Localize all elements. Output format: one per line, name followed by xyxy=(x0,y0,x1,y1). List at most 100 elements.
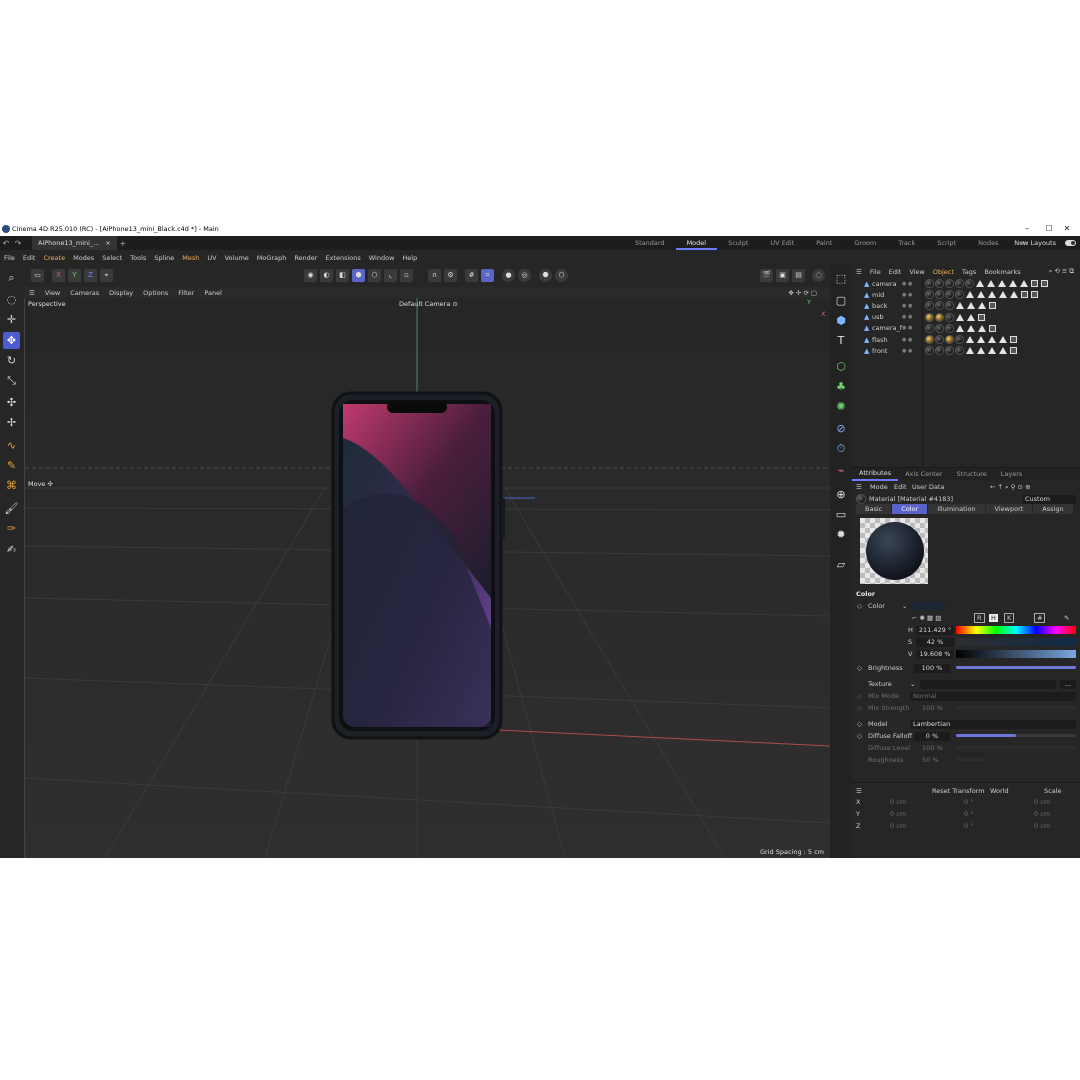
uv-tag-icon[interactable] xyxy=(977,291,985,299)
material-tag-icon[interactable] xyxy=(935,279,944,289)
coord-scale-field[interactable]: 0 cm xyxy=(1034,798,1050,806)
grid-snap-icon[interactable]: # xyxy=(465,269,478,282)
coordinate-system-icon[interactable]: ⌖ xyxy=(100,269,113,282)
visibility-dots[interactable]: ● ● xyxy=(902,303,912,309)
lock-z-button[interactable]: Z xyxy=(84,269,97,282)
render-view-icon[interactable]: 🎬 xyxy=(760,269,773,282)
spline-smooth-icon[interactable]: ⌘ xyxy=(3,477,20,494)
attr-menu-mode[interactable]: Mode xyxy=(870,483,888,491)
uv-tag-icon[interactable] xyxy=(967,324,975,332)
visibility-dots[interactable]: ● ● xyxy=(902,292,912,298)
render-settings-icon[interactable]: ▤ xyxy=(792,269,805,282)
om-menu-file[interactable]: File xyxy=(866,268,885,276)
texture-browse-button[interactable]: ... xyxy=(1060,679,1076,689)
viewport-menu-filter[interactable]: Filter xyxy=(173,289,199,297)
material-tag-icon[interactable] xyxy=(955,335,964,345)
uv-tag-icon[interactable] xyxy=(956,313,964,321)
point-mode-icon[interactable]: ⌞ xyxy=(384,269,397,282)
visibility-dots[interactable]: ● ● xyxy=(902,348,912,354)
diffuse-falloff-field[interactable]: 0 % xyxy=(914,731,950,741)
om-menu-tags[interactable]: Tags xyxy=(958,268,980,276)
render-to-picture-viewer-icon[interactable]: ▣ xyxy=(776,269,789,282)
knife-tool-icon[interactable]: ✑ xyxy=(3,520,20,537)
material-tag-icon[interactable] xyxy=(925,346,934,356)
hue-slider[interactable] xyxy=(956,626,1076,634)
transfer-tool-icon[interactable]: ✣ xyxy=(3,394,20,411)
uv-tag-icon[interactable] xyxy=(977,336,985,344)
chevron-down-icon[interactable]: ⌄ xyxy=(910,680,915,688)
viewport-menu-options[interactable]: Options xyxy=(138,289,173,297)
uv-tag-icon[interactable] xyxy=(976,280,984,288)
uv-tag-icon[interactable] xyxy=(999,336,1007,344)
layout-tab-groom[interactable]: Groom xyxy=(843,236,887,250)
layout-tab-nodes[interactable]: Nodes xyxy=(967,236,1009,250)
snap-settings-icon[interactable]: ⚙ xyxy=(444,269,457,282)
polygon-mode-icon[interactable]: ⬢ xyxy=(352,269,365,282)
move-tool-icon[interactable]: ✥ xyxy=(3,332,20,349)
value-slider[interactable] xyxy=(956,650,1076,658)
keyframe-diamond-icon[interactable]: ◇ xyxy=(857,720,862,728)
coord-position-field[interactable]: 0 cm xyxy=(890,822,906,830)
subtab-color[interactable]: Color xyxy=(892,504,928,514)
layout-tab-uv-edit[interactable]: UV Edit xyxy=(759,236,805,250)
menu-file[interactable]: File xyxy=(0,254,19,262)
visibility-dots[interactable]: ● ● xyxy=(902,281,912,287)
subtab-assign[interactable]: Assign xyxy=(1033,504,1073,514)
uv-tag-icon[interactable] xyxy=(956,302,964,310)
material-tag-icon[interactable] xyxy=(925,301,934,311)
polygon-pen-icon[interactable]: ✍ xyxy=(3,541,20,558)
camera-icon[interactable]: ▭ xyxy=(833,507,849,523)
om-toolbar-icons[interactable]: ⌕ ⟲ ≡ ⧉ xyxy=(1045,267,1078,276)
material-tag-icon[interactable] xyxy=(945,312,954,322)
menu-modes[interactable]: Modes xyxy=(69,254,98,262)
uv-tag-icon[interactable] xyxy=(966,347,974,355)
uv-mode-icon[interactable]: ▫ xyxy=(400,269,413,282)
menu-uv[interactable]: UV xyxy=(203,254,220,262)
texture-mode-icon[interactable]: ◐ xyxy=(320,269,333,282)
uv-tag-icon[interactable] xyxy=(967,302,975,310)
uv-tag-icon[interactable] xyxy=(956,324,964,332)
layout-tab-script[interactable]: Script xyxy=(926,236,967,250)
tab-axis-center[interactable]: Axis Center xyxy=(898,468,949,480)
uv-tag-icon[interactable] xyxy=(998,280,1006,288)
live-selection-icon[interactable]: ◌ xyxy=(3,291,20,308)
spline-pen-icon[interactable]: ∿ xyxy=(3,437,20,454)
tab-structure[interactable]: Structure xyxy=(950,468,994,480)
material-tag-icon[interactable] xyxy=(935,312,944,322)
soft-selection-icon[interactable]: ● xyxy=(502,269,515,282)
material-tag-icon[interactable] xyxy=(965,279,974,289)
scale-select[interactable]: Scale xyxy=(1044,787,1062,795)
live-selection-toggle-icon[interactable]: ◌ xyxy=(812,269,825,282)
lock-y-button[interactable]: Y xyxy=(68,269,81,282)
coord-position-field[interactable]: 0 cm xyxy=(890,798,906,806)
document-tab[interactable]: AiPhone13_mini_... × xyxy=(32,236,117,250)
coord-rotation-field[interactable]: 0 ° xyxy=(964,810,973,818)
viewport-hamburger-icon[interactable]: ☰ xyxy=(24,289,40,297)
menu-tools[interactable]: Tools xyxy=(126,254,150,262)
uv-tag-icon[interactable] xyxy=(988,347,996,355)
material-tag-icon[interactable] xyxy=(925,290,934,300)
hex-mode-button[interactable]: # xyxy=(1034,613,1046,623)
workplane-snap-icon[interactable]: ⌗ xyxy=(481,269,494,282)
text-icon[interactable]: T xyxy=(833,333,849,349)
environment-icon[interactable]: ⊕ xyxy=(833,487,849,503)
uv-tag-icon[interactable] xyxy=(988,336,996,344)
brightness-field[interactable]: 100 % xyxy=(914,663,950,673)
menu-edit[interactable]: Edit xyxy=(19,254,40,262)
hsv-mode-button[interactable]: H xyxy=(989,614,998,622)
model-mode-icon[interactable]: ◉ xyxy=(304,269,317,282)
render-region-icon[interactable]: ▭ xyxy=(31,269,44,282)
deformer-icon[interactable]: ✺ xyxy=(833,399,849,415)
render-icon[interactable]: ⬡ xyxy=(555,269,568,282)
layout-tab-paint[interactable]: Paint xyxy=(805,236,843,250)
eyedropper-icon[interactable]: ✎ xyxy=(1064,614,1069,622)
visibility-dots[interactable]: ● ● xyxy=(902,325,912,331)
material-tag-icon[interactable] xyxy=(925,279,934,289)
material-tag-icon[interactable] xyxy=(945,279,954,289)
uv-tag-icon[interactable] xyxy=(966,291,974,299)
layout-tab-track[interactable]: Track xyxy=(887,236,926,250)
uv-tag-icon[interactable] xyxy=(1009,280,1017,288)
brush-tool-icon[interactable]: 🖌 xyxy=(3,500,20,517)
material-tag-icon[interactable] xyxy=(925,335,934,345)
selection-filter-icon[interactable]: ⬚ xyxy=(833,271,849,287)
